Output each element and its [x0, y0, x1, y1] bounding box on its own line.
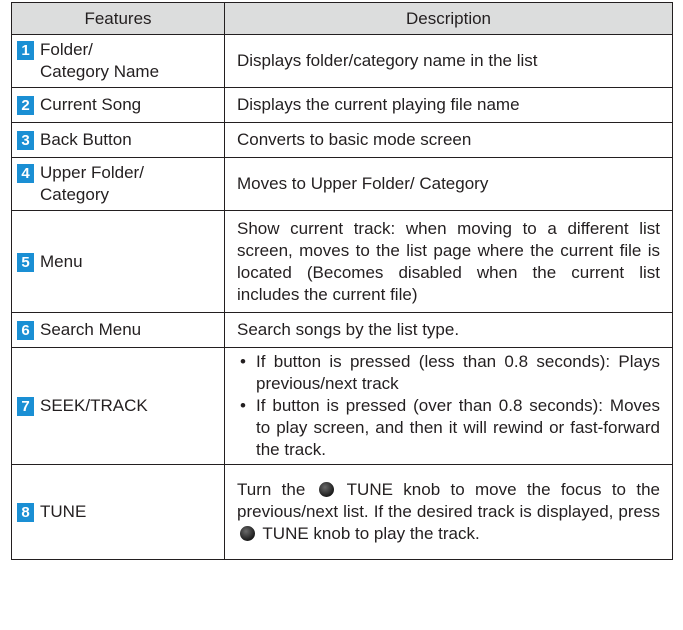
feature-cell: 1 Folder/ Category Name — [11, 34, 225, 88]
feature-name: Back Button — [40, 130, 132, 149]
feature-cell: 3 Back Button — [11, 122, 225, 158]
tune-desc-part3: TUNE knob to play the track. — [262, 524, 480, 543]
number-badge: 2 — [17, 96, 34, 115]
feature-name: TUNE — [40, 502, 87, 521]
description-cell: Moves to Upper Folder/ Category — [224, 157, 673, 211]
feature-cell: 4 Upper Folder/ Category — [11, 157, 225, 211]
bullet-item: If button is pressed (over than 0.8 seco… — [237, 395, 660, 461]
feature-name: Current Song — [40, 95, 142, 114]
bullet-item: If button is pressed (less than 0.8 seco… — [237, 351, 660, 395]
features-table: Features Description 1 Folder/ Category … — [11, 2, 673, 560]
description-header: Description — [224, 2, 673, 35]
number-badge: 5 — [17, 252, 34, 272]
table-row: 2 Current Song Displays the current play… — [11, 87, 673, 123]
description-cell: If button is pressed (less than 0.8 seco… — [224, 347, 673, 465]
description-cell: Search songs by the list type. — [224, 312, 673, 348]
features-header: Features — [11, 2, 225, 35]
feature-name: SEEK/TRACK — [40, 396, 148, 415]
number-badge: 1 — [17, 41, 34, 60]
number-badge: 3 — [17, 131, 34, 150]
number-badge: 4 — [17, 164, 34, 183]
table-row: 5 Menu Show current track: when moving t… — [11, 210, 673, 313]
tune-desc-part1: Turn the — [237, 480, 306, 499]
description-cell: Converts to basic mode screen — [224, 122, 673, 158]
table-row: 6 Search Menu Search songs by the list t… — [11, 312, 673, 348]
feature-name: Search Menu — [40, 320, 142, 339]
feature-cell: 6 Search Menu — [11, 312, 225, 348]
number-badge: 6 — [17, 321, 34, 340]
feature-name: Folder/ Category Name — [40, 40, 160, 81]
tune-knob-icon — [318, 482, 334, 497]
table-row: 8 TUNE Turn the TUNE knob to move the fo… — [11, 464, 673, 560]
feature-name: Upper Folder/ Category — [40, 163, 144, 204]
description-cell: Displays the current playing file name — [224, 87, 673, 123]
feature-cell: 2 Current Song — [11, 87, 225, 123]
header-row: Features Description — [11, 2, 673, 35]
table-row: 4 Upper Folder/ Category Moves to Upper … — [11, 157, 673, 211]
feature-name: Menu — [40, 251, 83, 271]
feature-cell: 7 SEEK/TRACK — [11, 347, 225, 465]
table-row: 1 Folder/ Category Name Displays folder/… — [11, 34, 673, 88]
description-cell: Turn the TUNE knob to move the focus to … — [224, 464, 673, 560]
description-cell: Show current track: when moving to a dif… — [224, 210, 673, 313]
number-badge: 7 — [17, 397, 34, 416]
bullet-list: If button is pressed (less than 0.8 seco… — [237, 351, 660, 461]
description-cell: Displays folder/category name in the lis… — [224, 34, 673, 88]
feature-cell: 8 TUNE — [11, 464, 225, 560]
table-row: 7 SEEK/TRACK If button is pressed (less … — [11, 347, 673, 465]
feature-cell: 5 Menu — [11, 210, 225, 313]
table-row: 3 Back Button Converts to basic mode scr… — [11, 122, 673, 158]
number-badge: 8 — [17, 503, 34, 522]
tune-knob-icon — [240, 526, 255, 541]
